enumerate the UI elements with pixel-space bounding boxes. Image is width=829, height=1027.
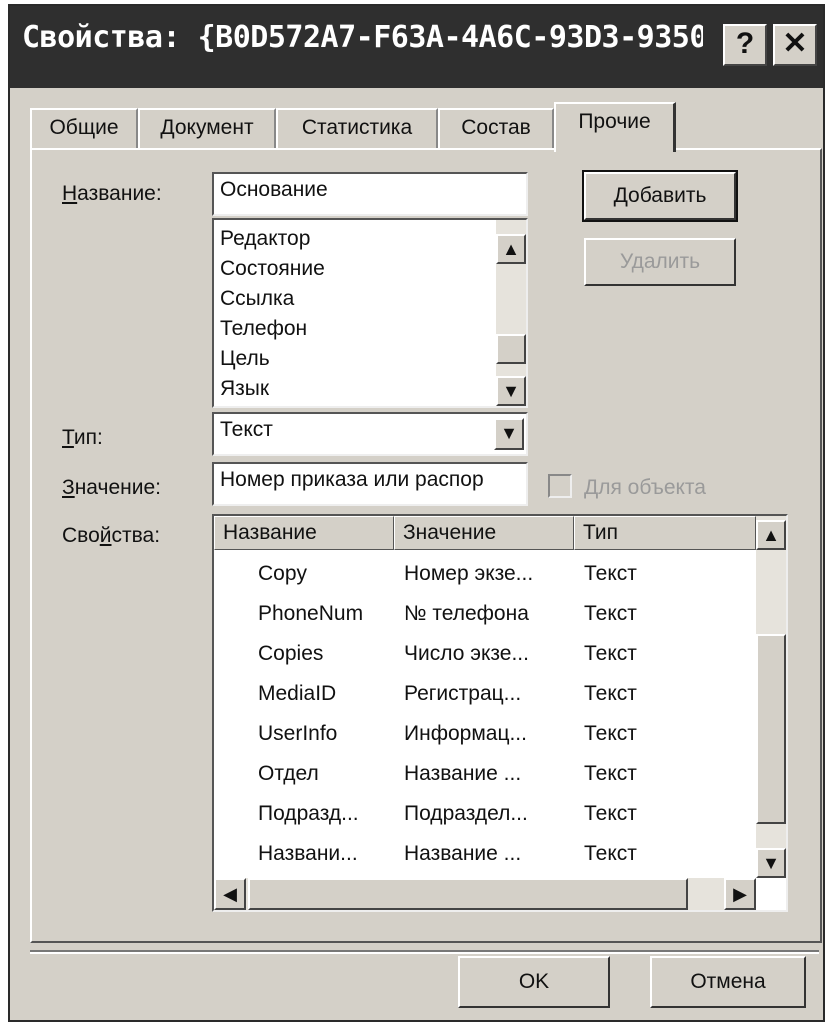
chevron-down-icon: ▼ [500, 423, 518, 443]
value-input[interactable]: Номер приказа или распор [212, 462, 528, 506]
type-select-value: Текст [220, 418, 273, 441]
cell-value: № телефона [404, 602, 529, 625]
properties-table[interactable]: Название Значение Тип Copy Номер экзе...… [212, 514, 788, 912]
horizontal-scroll-thumb[interactable] [248, 878, 688, 910]
name-input[interactable]: Основание [212, 172, 528, 216]
cell-value: Число экзе... [404, 642, 529, 665]
cell-value: Название ... [404, 842, 522, 865]
cell-name: Подразд... [258, 802, 359, 825]
close-icon: ✕ [782, 27, 808, 60]
cell-name: UserInfo [258, 722, 338, 745]
cell-name: Copies [258, 642, 324, 665]
cell-value: Название ... [404, 762, 522, 785]
name-label: Название: [62, 182, 162, 205]
table-row[interactable]: Подразд... Подраздел... Текст [214, 796, 734, 832]
type-dropdown-button[interactable]: ▼ [494, 418, 524, 450]
scroll-right-button[interactable]: ▶ [724, 878, 756, 910]
cell-type: Текст [584, 722, 637, 745]
cell-name: PhoneNum [258, 602, 364, 625]
tab-composition[interactable]: Состав [438, 108, 554, 148]
type-select[interactable]: Текст ▼ [212, 412, 528, 456]
name-list-scrollbar[interactable]: ▲ ▼ [496, 220, 526, 406]
scroll-thumb[interactable] [496, 334, 526, 364]
list-item[interactable]: Язык [214, 374, 526, 404]
list-item[interactable]: Телефон [214, 314, 526, 344]
table-row[interactable]: Отдел Название ... Текст [214, 756, 734, 792]
title-bar: Свойства: {B0D572A7-F63A-4A6C-93D3-93505… [10, 6, 823, 88]
chevron-down-icon: ▼ [502, 381, 520, 401]
close-button[interactable]: ✕ [773, 24, 817, 66]
for-object-checkbox[interactable] [548, 474, 572, 498]
cell-type: Текст [584, 802, 637, 825]
cell-name: Отдел [258, 762, 319, 785]
tab-document[interactable]: Документ [138, 108, 276, 148]
scroll-down-button[interactable]: ▼ [496, 376, 526, 406]
for-object-label: Для объекта [584, 476, 706, 499]
cancel-button[interactable]: Отмена [650, 956, 806, 1008]
cell-name: Названи... [258, 842, 358, 865]
column-header-name[interactable]: Название [214, 516, 394, 550]
column-header-value[interactable]: Значение [394, 516, 574, 550]
window-title: Свойства: {B0D572A7-F63A-4A6C-93D3-93505… [22, 20, 703, 55]
properties-label: Свойства: [62, 524, 161, 547]
name-list-items: Редактор Состояние Ссылка Телефон Цель Я… [214, 220, 526, 404]
table-row[interactable]: PhoneNum № телефона Текст [214, 596, 734, 632]
question-icon: ? [735, 27, 755, 60]
footer-divider [30, 950, 819, 954]
chevron-right-icon: ▶ [733, 884, 747, 904]
chevron-up-icon: ▲ [502, 239, 520, 259]
table-row[interactable]: Названи... Название ... Текст [214, 836, 734, 872]
chevron-down-icon: ▼ [762, 853, 780, 873]
chevron-up-icon: ▲ [762, 525, 780, 545]
delete-button[interactable]: Удалить [584, 238, 736, 286]
cell-type: Текст [584, 562, 637, 585]
list-item[interactable]: Цель [214, 344, 526, 374]
cell-type: Текст [584, 642, 637, 665]
cell-type: Текст [584, 682, 637, 705]
add-button[interactable]: Добавить [582, 170, 738, 222]
chevron-left-icon: ◀ [223, 884, 237, 904]
value-label: Значение: [62, 476, 161, 499]
cell-type: Текст [584, 842, 637, 865]
type-label: Тип: [62, 426, 103, 449]
scroll-thumb[interactable] [756, 634, 786, 824]
scroll-down-button[interactable]: ▼ [756, 848, 786, 878]
list-item[interactable]: Состояние [214, 254, 526, 284]
cell-name: MediaID [258, 682, 337, 705]
list-item[interactable]: Ссылка [214, 284, 526, 314]
cell-value: Подраздел... [404, 802, 528, 825]
table-row[interactable]: Copies Число экзе... Текст [214, 636, 734, 672]
cell-type: Текст [584, 602, 637, 625]
scroll-up-button[interactable]: ▲ [496, 234, 526, 264]
properties-dialog: Свойства: {B0D572A7-F63A-4A6C-93D3-93505… [8, 4, 825, 1022]
help-button[interactable]: ? [723, 24, 767, 66]
scroll-left-button[interactable]: ◀ [214, 878, 246, 910]
ok-button[interactable]: OK [458, 956, 610, 1008]
tab-other[interactable]: Прочие [554, 102, 676, 152]
table-row[interactable]: Copy Номер экзе... Текст [214, 556, 734, 592]
cell-type: Текст [584, 762, 637, 785]
cell-value: Регистрац... [404, 682, 522, 705]
table-row[interactable]: MediaID Регистрац... Текст [214, 676, 734, 712]
tab-general[interactable]: Общие [30, 108, 138, 148]
scroll-up-button[interactable]: ▲ [756, 520, 786, 550]
cell-value: Информац... [404, 722, 527, 745]
column-header-type[interactable]: Тип [574, 516, 756, 550]
table-horizontal-scrollbar[interactable]: ◀ ▶ [214, 878, 756, 910]
tab-statistics[interactable]: Статистика [276, 108, 438, 148]
name-listbox[interactable]: Редактор Состояние Ссылка Телефон Цель Я… [212, 218, 528, 408]
cell-value: Номер экзе... [404, 562, 534, 585]
cell-name: Copy [258, 562, 308, 585]
list-item[interactable]: Редактор [214, 224, 526, 254]
table-row[interactable]: UserInfo Информац... Текст [214, 716, 734, 752]
table-vertical-scrollbar[interactable]: ▲ ▼ [756, 516, 786, 878]
